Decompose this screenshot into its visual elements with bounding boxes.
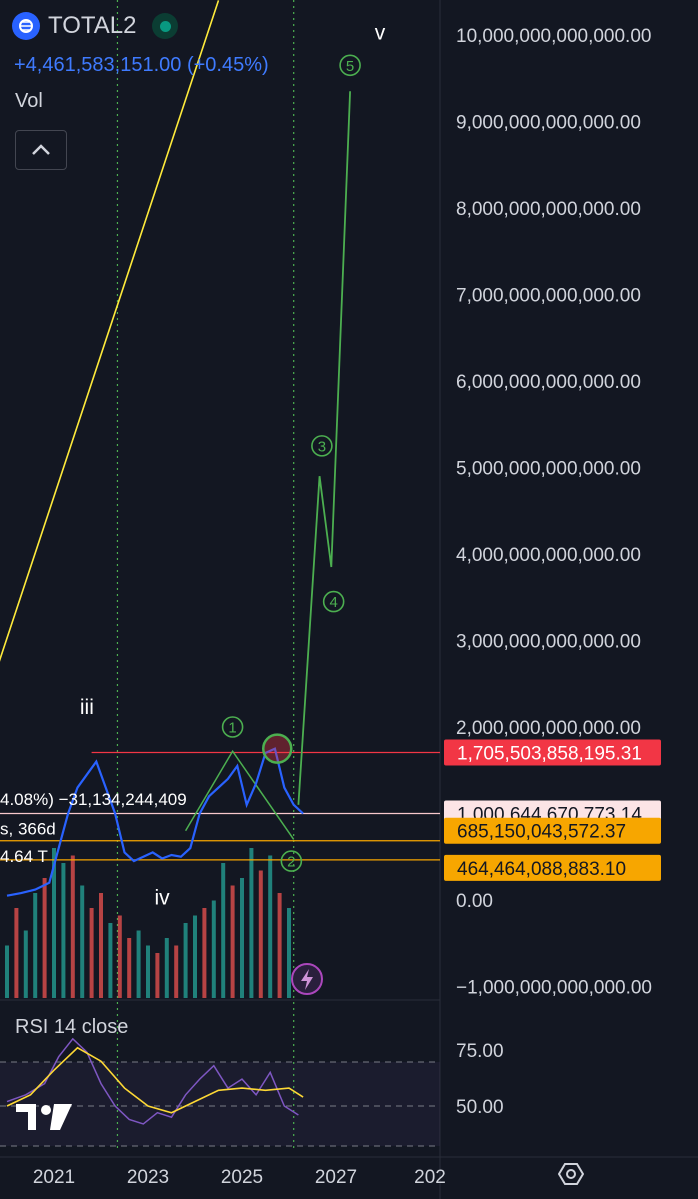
price-tick-label: 6,000,000,000,000.00 <box>456 372 641 393</box>
volume-bar <box>89 908 94 998</box>
volume-bar <box>174 945 179 998</box>
price-change: +4,461,583,151.00 (+0.45%) <box>14 54 269 76</box>
time-tick-label: 2021 <box>33 1167 75 1188</box>
volume-bar <box>42 878 47 998</box>
volume-bar <box>127 938 132 998</box>
price-marker-label: 1,705,503,858,195.31 <box>457 744 642 765</box>
volume-bar <box>155 953 160 998</box>
rsi-tick-label: 75.00 <box>456 1041 504 1062</box>
symbol-name: TOTAL2 <box>48 12 137 39</box>
partial-overlay-label: s, 366d <box>0 819 56 838</box>
price-tick-label: 2,000,000,000,000.00 <box>456 718 641 739</box>
volume-bar <box>80 885 85 998</box>
price-tick-label: 7,000,000,000,000.00 <box>456 286 641 307</box>
volume-bar <box>193 915 197 998</box>
wave-label-major: iv <box>155 886 171 909</box>
tradingview-logo-icon[interactable] <box>16 1102 72 1137</box>
price-tick-label: 8,000,000,000,000.00 <box>456 199 641 220</box>
market-status-dot-icon[interactable] <box>152 13 179 39</box>
volume-bar <box>230 885 235 998</box>
volume-bar <box>211 900 216 998</box>
volume-bar <box>287 908 291 998</box>
price-tick-label: 0.00 <box>456 891 493 912</box>
wave-label-minor: 1 <box>221 716 244 738</box>
volume-bar <box>5 945 9 998</box>
rsi-tick-label: 50.00 <box>456 1097 504 1118</box>
time-tick-label: 2023 <box>127 1167 169 1188</box>
volume-bar <box>240 878 244 998</box>
volume-bar <box>164 938 169 998</box>
price-marker-label: 464,464,088,883.10 <box>457 859 626 880</box>
volume-bar <box>221 863 226 998</box>
chevron-up-icon <box>32 144 50 155</box>
volume-bar <box>202 908 207 998</box>
time-tick-label: 2027 <box>315 1167 357 1188</box>
volume-bar <box>108 923 113 998</box>
lightning-icon[interactable] <box>291 963 323 995</box>
wave-label-minor: 2 <box>280 850 303 872</box>
symbol-header[interactable]: TOTAL2 <box>12 12 179 40</box>
crypto-logo-icon <box>12 12 40 40</box>
volume-indicator-label[interactable]: Vol <box>15 90 43 113</box>
volume-bar <box>183 923 188 998</box>
volume-bar <box>136 930 141 998</box>
wave-label-minor: 3 <box>311 435 333 457</box>
partial-overlay-label: 4.08%) −31,134,244,409 <box>0 790 187 809</box>
price-tick-label: 9,000,000,000,000.00 <box>456 113 641 134</box>
volume-bar <box>268 855 273 998</box>
volume-bar <box>146 945 150 998</box>
price-marker-label: 685,150,043,572.37 <box>457 822 626 843</box>
wave-label-number: 2 <box>287 854 295 871</box>
price-tick-label: 10,000,000,000,000.00 <box>456 26 651 47</box>
wave-label-major: v <box>375 21 386 44</box>
wave-label-number: 4 <box>329 594 337 611</box>
volume-bar <box>277 893 282 998</box>
volume-bar <box>70 855 75 998</box>
wave-label-number: 1 <box>228 720 236 737</box>
volume-bar <box>14 908 19 998</box>
price-tick-label: 5,000,000,000,000.00 <box>456 459 641 480</box>
price-tick-label: 3,000,000,000,000.00 <box>456 632 641 653</box>
volume-bar <box>258 870 263 998</box>
volume-bar <box>99 893 103 998</box>
time-tick-label: 202 <box>414 1167 446 1188</box>
price-tick-label: −1,000,000,000,000.00 <box>456 978 652 999</box>
wave-label-minor: 5 <box>339 54 361 77</box>
peak-highlight <box>262 733 293 764</box>
wave-label-number: 3 <box>318 438 326 455</box>
wave-label-major: iii <box>80 696 94 719</box>
volume-bar <box>23 930 28 998</box>
rsi-indicator-label[interactable]: RSI 14 close <box>15 1016 128 1039</box>
wave-label-number: 5 <box>346 58 354 75</box>
settings-hexagon-icon[interactable] <box>557 1161 585 1192</box>
time-tick-label: 2025 <box>221 1167 263 1188</box>
wave-zigzag <box>184 749 295 840</box>
volume-bar <box>117 915 122 998</box>
volume-bar <box>61 863 66 998</box>
price-tick-label: 4,000,000,000,000.00 <box>456 545 641 566</box>
partial-overlay-label: 4.64 T <box>0 847 48 866</box>
volume-bar <box>249 848 254 998</box>
collapse-indicators-button[interactable] <box>15 130 67 170</box>
wave-label-minor: 4 <box>322 590 345 613</box>
volume-bar <box>33 893 38 998</box>
